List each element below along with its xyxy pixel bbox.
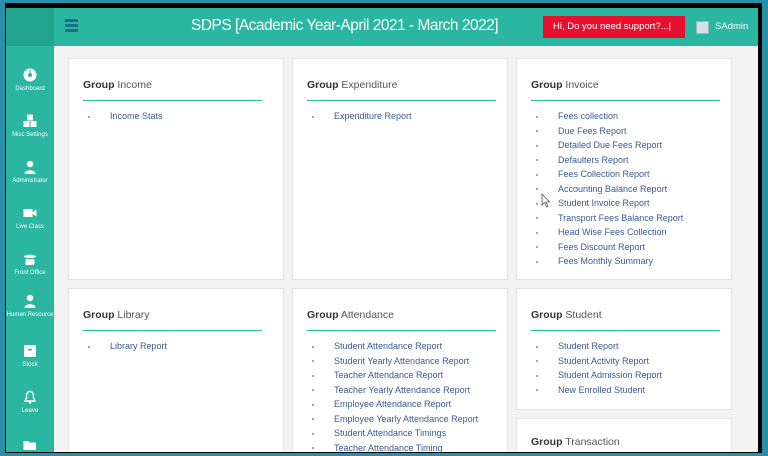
sidebar-item-label: Front Office: [14, 270, 46, 276]
list-item[interactable]: Teacher Attendance Timing: [312, 441, 478, 452]
card-title: Group Transaction: [531, 436, 620, 448]
group-attendance-card: Group Attendance Student Attendance Repo…: [292, 288, 508, 452]
sidebar-item-front-office[interactable]: Front Office: [6, 252, 54, 277]
report-list: Library Report: [88, 339, 167, 354]
group-expenditure-card: Group Expenditure Expenditure Report: [292, 58, 508, 280]
list-item[interactable]: Fees Collection Report: [536, 167, 683, 182]
sidebar-item-stock[interactable]: Stock: [6, 344, 54, 369]
list-item[interactable]: Student Yearly Attendance Report: [312, 354, 478, 369]
sidebar-item-label: Administrator: [12, 178, 48, 184]
user-avatar[interactable]: [696, 21, 709, 34]
sidebar-item-dashboard[interactable]: Dashboard: [6, 68, 54, 93]
group-transaction-card: Group Transaction: [516, 418, 732, 452]
sidebar-item-live-class[interactable]: Live Class: [6, 206, 54, 231]
list-item[interactable]: Fees Discount Report: [536, 240, 683, 255]
list-item[interactable]: Student Attendance Report: [312, 339, 478, 354]
sidebar-item-label: Leave: [21, 408, 39, 414]
app-window: SDPS [Academic Year-April 2021 - March 2…: [6, 8, 758, 452]
report-list: Student Report Student Activity Report S…: [536, 339, 662, 397]
dashboard-icon: [23, 68, 37, 82]
sidebar-item-label: Dashboard: [15, 86, 45, 92]
archive-icon: [24, 345, 36, 357]
group-income-card: Group Income Income Stats: [68, 58, 284, 280]
list-item[interactable]: Student Admission Report: [536, 368, 662, 383]
user-menu[interactable]: SAdmin: [715, 21, 748, 32]
card-title: Group Attendance: [307, 309, 394, 321]
card-divider: [83, 330, 262, 331]
card-title: Group Library: [83, 309, 150, 321]
list-item[interactable]: Transport Fees Balance Report: [536, 211, 683, 226]
sidebar-item-administrator[interactable]: Administrator: [6, 160, 54, 185]
group-invoice-card: Group Invoice Fees collection Due Fees R…: [516, 58, 732, 280]
sidebar-item-folder[interactable]: [6, 438, 54, 452]
folder-icon: [23, 441, 36, 450]
list-item[interactable]: Defaulters Report: [536, 153, 683, 168]
user-icon: [24, 160, 36, 174]
list-item[interactable]: Fees collection: [536, 109, 683, 124]
sidebar-item-label: Misc Settings: [12, 132, 48, 138]
list-item[interactable]: Expenditure Report: [312, 109, 412, 124]
report-list: Fees collection Due Fees Report Detailed…: [536, 109, 683, 269]
list-item[interactable]: Employee Attendance Report: [312, 397, 478, 412]
card-title: Group Invoice: [531, 79, 599, 91]
group-student-card: Group Student Student Report Student Act…: [516, 288, 732, 410]
sidebar-item-human-resource[interactable]: Human Resource: [6, 294, 54, 319]
sidebar: Dashboard Misc Settings Administrator Li…: [6, 46, 54, 452]
list-item[interactable]: New Enrolled Student: [536, 383, 662, 398]
page-title: SDPS [Academic Year-April 2021 - March 2…: [191, 17, 499, 34]
vertical-scrollbar[interactable]: [757, 46, 758, 452]
card-title: Group Income: [83, 79, 152, 91]
list-item[interactable]: Employee Yearly Attendance Report: [312, 412, 478, 427]
sidebar-item-label: Live Class: [16, 224, 44, 230]
list-item[interactable]: Detailed Due Fees Report: [536, 138, 683, 153]
list-item[interactable]: Head Wise Fees Collection: [536, 225, 683, 240]
list-item[interactable]: Teacher Attendance Report: [312, 368, 478, 383]
phone-icon: [24, 254, 36, 265]
list-item[interactable]: Library Report: [88, 339, 167, 354]
report-list: Student Attendance Report Student Yearly…: [312, 339, 478, 452]
sidebar-item-label: Stock: [22, 362, 38, 368]
card-title: Group Expenditure: [307, 79, 398, 91]
card-divider: [531, 100, 720, 101]
card-divider: [307, 330, 496, 331]
card-title: Group Student: [531, 309, 602, 321]
sidebar-item-leave[interactable]: Leave: [6, 390, 54, 415]
list-item[interactable]: Accounting Balance Report: [536, 182, 683, 197]
list-item[interactable]: Student Activity Report: [536, 354, 662, 369]
brand-area: [6, 8, 54, 46]
top-bar: SDPS [Academic Year-April 2021 - March 2…: [6, 8, 758, 46]
user-tie-icon: [24, 294, 36, 308]
list-item[interactable]: Teacher Yearly Attendance Report: [312, 383, 478, 398]
list-item[interactable]: Student Invoice Report: [536, 196, 683, 211]
cubes-icon: [23, 114, 37, 127]
list-item[interactable]: Student Attendance Timings: [312, 426, 478, 441]
card-divider: [307, 100, 496, 101]
list-item[interactable]: Fees Monthly Summary: [536, 254, 683, 269]
group-library-card: Group Library Library Report: [68, 288, 284, 452]
list-item[interactable]: Income Stats: [88, 109, 163, 124]
card-divider: [83, 100, 262, 101]
sidebar-item-label: Human Resource: [6, 312, 54, 318]
list-item[interactable]: Due Fees Report: [536, 124, 683, 139]
mouse-cursor-icon: [541, 193, 551, 208]
list-item[interactable]: Student Report: [536, 339, 662, 354]
bell-icon: [23, 390, 37, 404]
report-list: Income Stats: [88, 109, 163, 124]
support-button[interactable]: Hi, Do you need support?...|: [543, 16, 685, 38]
menu-toggle-icon[interactable]: [65, 19, 78, 32]
video-icon: [23, 209, 37, 217]
sidebar-item-misc-settings[interactable]: Misc Settings: [6, 114, 54, 139]
card-divider: [531, 330, 720, 331]
report-list: Expenditure Report: [312, 109, 412, 124]
